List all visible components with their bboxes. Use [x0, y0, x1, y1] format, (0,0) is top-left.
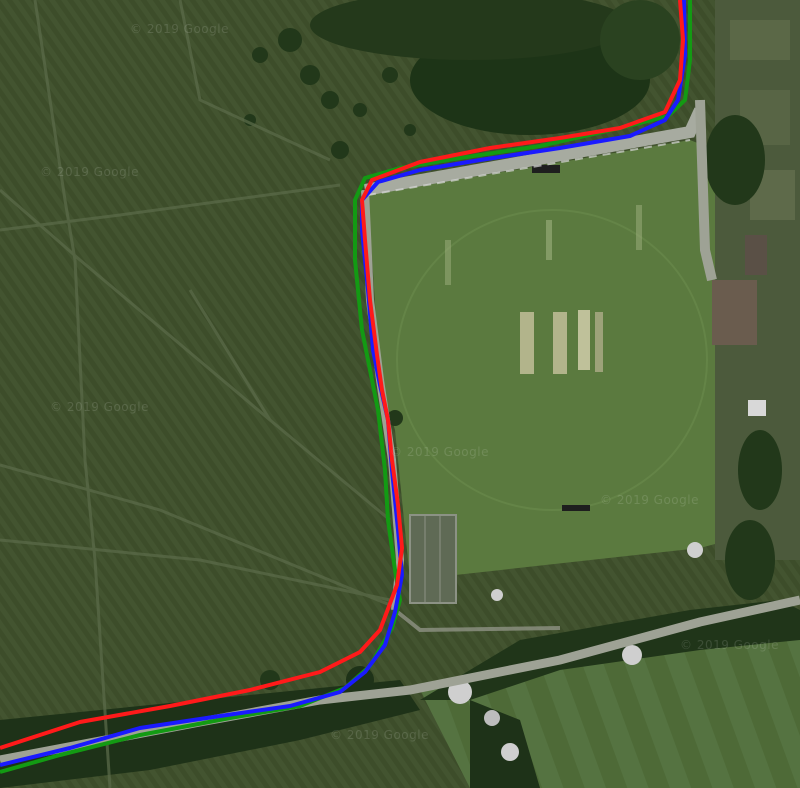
woodland [600, 0, 680, 80]
pitch-strip [445, 240, 451, 285]
satellite-map[interactable]: © 2019 Google © 2019 Google © 2019 Googl… [0, 0, 800, 788]
trees [725, 520, 775, 600]
pitch-strip [520, 312, 534, 374]
pitch-strip [546, 220, 552, 260]
bench [562, 505, 590, 511]
pitch-strip [595, 312, 603, 372]
trees [705, 115, 765, 205]
building [745, 235, 767, 275]
allotment-plot [730, 20, 790, 60]
pitch-strip [553, 312, 567, 374]
building [712, 280, 757, 345]
map-canvas [0, 0, 800, 788]
pitch-strip [636, 205, 642, 250]
practice-nets [409, 514, 457, 604]
pitch-strip [578, 310, 590, 370]
building [748, 400, 766, 416]
trees [738, 430, 782, 510]
